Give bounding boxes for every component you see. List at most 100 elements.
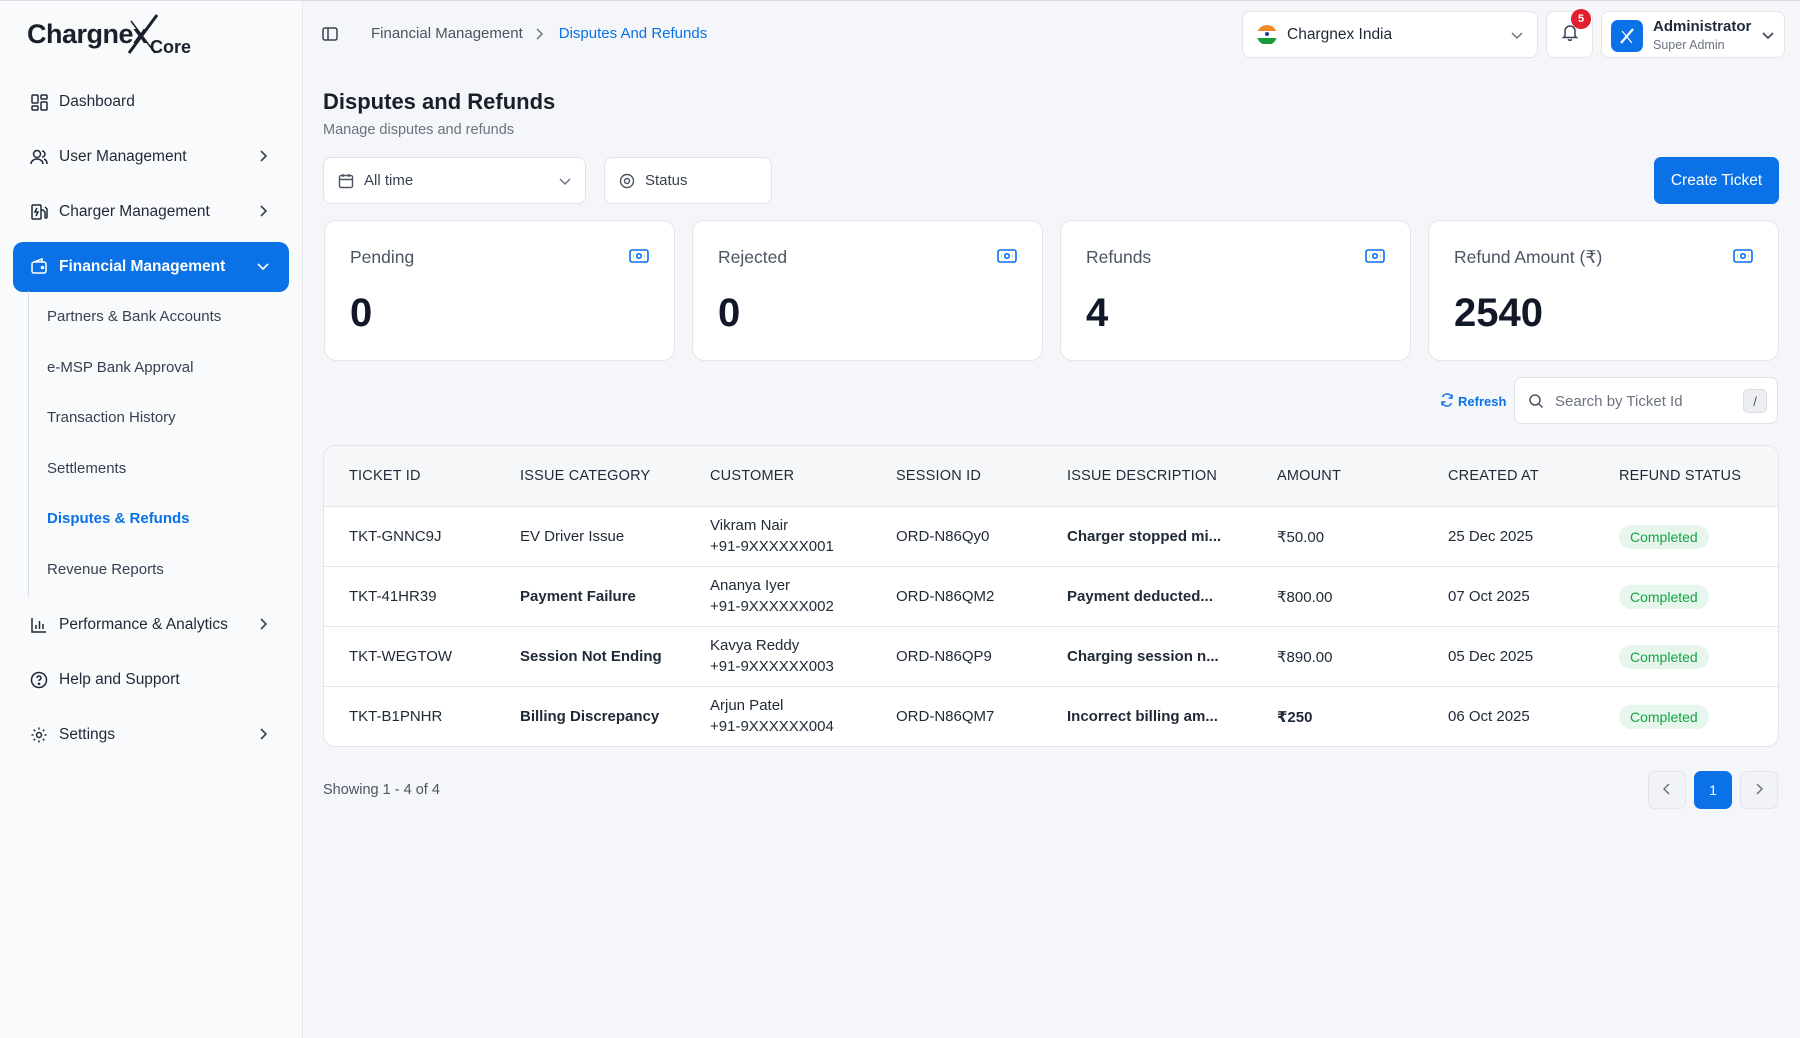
column-header: SESSION ID xyxy=(896,468,981,484)
issue-category: EV Driver Issue xyxy=(520,528,625,545)
search-icon xyxy=(1528,393,1544,414)
stat-value: 4 xyxy=(1086,291,1109,335)
issue-description: Charger stopped mi... xyxy=(1067,528,1222,545)
chevron-right-icon xyxy=(535,27,547,40)
created-at: 05 Dec 2025 xyxy=(1448,648,1534,665)
amount: ₹250 xyxy=(1277,709,1313,726)
amount: ₹50.00 xyxy=(1277,529,1325,546)
ticket-id[interactable]: TKT-B1PNHR xyxy=(349,708,442,725)
issue-category: Payment Failure xyxy=(520,588,636,605)
brand-suffix: Core xyxy=(150,37,192,57)
page-subtitle: Manage disputes and refunds xyxy=(323,122,515,138)
stat-label: Pending xyxy=(350,247,415,267)
created-at: 06 Oct 2025 xyxy=(1448,708,1530,725)
next-page-button[interactable] xyxy=(1740,771,1778,809)
ticket-id[interactable]: TKT-WEGTOW xyxy=(349,648,452,665)
sidebar-subitem-emsp-bank-approval[interactable]: e-MSP Bank Approval xyxy=(47,358,193,378)
chevron-right-icon xyxy=(255,726,271,742)
status-badge: Completed xyxy=(1619,525,1709,549)
issue-description: Charging session n... xyxy=(1067,648,1219,665)
amount: ₹800.00 xyxy=(1277,589,1333,606)
table-row[interactable]: TKT-GNNC9J EV Driver Issue Vikram Nair +… xyxy=(324,507,1778,567)
issue-category: Session Not Ending xyxy=(520,648,662,665)
calendar-icon xyxy=(338,173,354,189)
banknote-icon xyxy=(1733,249,1753,268)
brand-logo[interactable]: Chargnex Core xyxy=(27,13,197,61)
customer-name: Arjun Patel xyxy=(710,697,784,714)
stat-value: 0 xyxy=(350,291,373,335)
sidebar-subitem-revenue-reports[interactable]: Revenue Reports xyxy=(47,560,164,580)
breadcrumb: Financial Management Disputes And Refund… xyxy=(371,25,707,42)
sidebar-subitem-settlements[interactable]: Settlements xyxy=(47,459,126,479)
customer-name: Ananya Iyer xyxy=(710,577,791,594)
session-id: ORD-N86QP9 xyxy=(896,648,992,665)
sidebar-subitem-transaction-history[interactable]: Transaction History xyxy=(47,408,176,428)
user-role: Super Admin xyxy=(1653,38,1725,52)
stat-label: Rejected xyxy=(718,247,788,267)
chevron-right-icon xyxy=(255,616,271,632)
region-label: Chargnex India xyxy=(1287,25,1393,43)
breadcrumb-parent[interactable]: Financial Management xyxy=(371,25,523,42)
sidebar-subitem-disputes-refunds[interactable]: Disputes & Refunds xyxy=(47,509,190,529)
sidebar-item-financial-management[interactable]: Financial Management xyxy=(13,242,289,292)
sidebar-item-settings[interactable]: Settings xyxy=(13,710,289,760)
sidebar-item-label: Charger Management xyxy=(59,203,210,220)
disputes-table: TICKET ID ISSUE CATEGORY CUSTOMER SESSIO… xyxy=(323,445,1779,747)
refresh-button[interactable]: Refresh xyxy=(1440,393,1506,410)
issue-description: Incorrect billing am... xyxy=(1067,708,1218,725)
create-ticket-button[interactable]: Create Ticket xyxy=(1654,157,1779,204)
status-badge: Completed xyxy=(1619,705,1709,729)
status-filter[interactable]: Status xyxy=(604,157,772,204)
charger-icon xyxy=(29,202,49,222)
chevron-right-icon xyxy=(255,203,271,219)
banknote-icon xyxy=(997,249,1017,268)
page-title: Disputes and Refunds xyxy=(323,89,556,114)
sidebar-item-help-support[interactable]: Help and Support xyxy=(13,655,289,705)
ticket-id[interactable]: TKT-GNNC9J xyxy=(349,528,442,545)
customer-phone: +91-9XXXXXX002 xyxy=(710,598,834,615)
sidebar-item-charger-management[interactable]: Charger Management xyxy=(13,187,289,237)
table-row[interactable]: TKT-41HR39 Payment Failure Ananya Iyer +… xyxy=(324,567,1778,627)
session-id: ORD-N86QM2 xyxy=(896,588,995,605)
column-header: REFUND STATUS xyxy=(1619,468,1742,484)
banknote-icon xyxy=(1365,249,1385,268)
table-row[interactable]: TKT-WEGTOW Session Not Ending Kavya Redd… xyxy=(324,627,1778,687)
ticket-search: / xyxy=(1514,377,1778,424)
table-row[interactable]: TKT-B1PNHR Billing Discrepancy Arjun Pat… xyxy=(324,687,1778,746)
customer-phone: +91-9XXXXXX004 xyxy=(710,718,834,735)
chevron-right-icon xyxy=(255,148,271,164)
chevron-down-icon xyxy=(559,173,571,190)
sidebar-item-label: User Management xyxy=(59,148,187,165)
customer-name: Kavya Reddy xyxy=(710,637,800,654)
sidebar-item-label: Financial Management xyxy=(59,258,226,275)
sidebar-item-label: Help and Support xyxy=(59,671,180,688)
gear-icon xyxy=(29,725,49,745)
column-header: ISSUE DESCRIPTION xyxy=(1067,468,1218,484)
customer-phone: +91-9XXXXXX001 xyxy=(710,538,834,555)
sidebar-item-user-management[interactable]: User Management xyxy=(13,132,289,182)
page-number-button[interactable]: 1 xyxy=(1694,771,1732,809)
sidebar-toggle-icon[interactable] xyxy=(321,25,341,45)
sidebar-subitem-partners-bank-accounts[interactable]: Partners & Bank Accounts xyxy=(47,307,221,327)
ticket-id[interactable]: TKT-41HR39 xyxy=(349,588,437,605)
stat-value: 2540 xyxy=(1454,291,1543,335)
date-range-select[interactable]: All time xyxy=(323,157,586,204)
sidebar-item-performance-analytics[interactable]: Performance & Analytics xyxy=(13,600,289,650)
customer-name: Vikram Nair xyxy=(710,517,789,534)
user-menu[interactable]: Administrator Super Admin xyxy=(1601,11,1785,58)
breadcrumb-current: Disputes And Refunds xyxy=(558,25,708,42)
sidebar-item-dashboard[interactable]: Dashboard xyxy=(13,77,289,127)
stat-label: Refunds xyxy=(1086,247,1152,267)
search-input[interactable] xyxy=(1555,390,1735,412)
status-filter-label: Status xyxy=(645,172,688,189)
chevron-down-icon xyxy=(1511,27,1523,45)
user-name: Administrator xyxy=(1653,18,1752,35)
column-header: ISSUE CATEGORY xyxy=(520,468,651,484)
session-id: ORD-N86QM7 xyxy=(896,708,995,725)
users-icon xyxy=(29,147,49,167)
prev-page-button[interactable] xyxy=(1648,771,1686,809)
app-root: Chargnex Core Dashboard User Management xyxy=(0,0,1800,1038)
subnav-divider xyxy=(28,291,29,597)
banknote-icon xyxy=(629,249,649,268)
region-select[interactable]: Chargnex India xyxy=(1242,11,1538,58)
